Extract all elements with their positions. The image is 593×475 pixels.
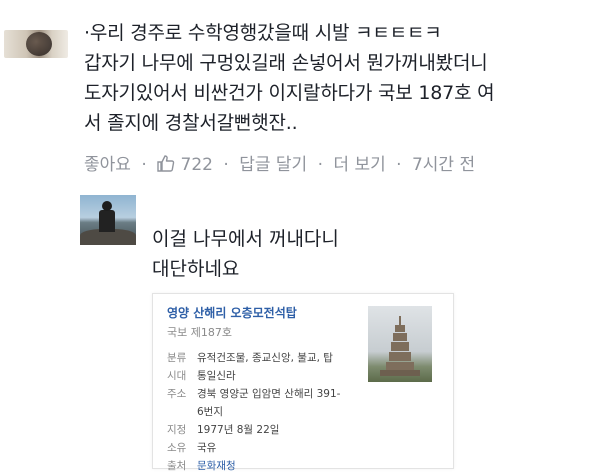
reply-line: 대단하네요 xyxy=(152,258,240,280)
detail-key: 출처 xyxy=(167,460,187,472)
detail-value: 6번지 xyxy=(197,406,224,418)
separator-dot: · xyxy=(317,155,323,175)
like-count[interactable]: 722 xyxy=(157,155,213,175)
detail-key: 시대 xyxy=(167,370,187,382)
detail-key: 주소 xyxy=(167,388,187,400)
card-subtitle: 국보 제187호 xyxy=(167,326,232,339)
reply-line: 이걸 나무에서 꺼내다니 xyxy=(152,228,339,250)
detail-key: 지정 xyxy=(167,424,187,436)
reply-avatar[interactable] xyxy=(80,195,136,245)
detail-row: 출처 문화재청 xyxy=(167,457,357,475)
detail-row: 지정 1977년 8월 22일 xyxy=(167,421,357,439)
comment-text: ·우리 경주로 수학영행갔을때 시발 ㅋㅌㅌㅌㅋ 갑자기 나무에 구멍있길래 손… xyxy=(84,18,584,138)
comment-line: 갑자기 나무에 구멍있길래 손넣어서 뭔가꺼내봤더니 xyxy=(84,52,488,74)
card-details: 분류 유적건조물, 종교신앙, 불교, 탑 시대 통일신라 주소 경북 영양군 … xyxy=(167,349,357,475)
detail-key: 분류 xyxy=(167,352,187,364)
more-button[interactable]: 더 보기 xyxy=(333,150,385,175)
commenter-avatar[interactable] xyxy=(4,30,68,58)
separator-dot: · xyxy=(396,155,402,175)
reply-text: 이걸 나무에서 꺼내다니 대단하네요 xyxy=(152,224,339,284)
detail-value: 유적건조물, 종교신앙, 불교, 탑 xyxy=(197,352,333,364)
comment-line: 서 졸지에 경찰서갈뻔햇잔.. xyxy=(84,112,298,134)
detail-row: 6번지 xyxy=(167,403,357,421)
detail-key xyxy=(167,403,197,421)
detail-key: 소유 xyxy=(167,442,187,454)
detail-value: 1977년 8월 22일 xyxy=(197,424,280,436)
separator-dot: · xyxy=(223,155,229,175)
like-count-value: 722 xyxy=(180,155,213,175)
thumbs-up-icon xyxy=(157,155,175,172)
like-button[interactable]: 좋아요 xyxy=(84,150,131,175)
comment-line: ·우리 경주로 수학영행갔을때 시발 ㅋㅌㅌㅌㅋ xyxy=(84,22,442,44)
source-link[interactable]: 문화재청 xyxy=(197,457,357,475)
comment-line: 도자기있어서 비싼건가 이지랄하다가 국보 187호 여 xyxy=(84,82,495,104)
comment-actions: 좋아요 · 722 · 답글 달기 · 더 보기 · 7시간 전 xyxy=(84,150,475,175)
reply-button[interactable]: 답글 달기 xyxy=(239,150,307,175)
card-title[interactable]: 영양 산해리 오층모전석탑 xyxy=(167,304,297,321)
separator-dot: · xyxy=(141,155,147,175)
timestamp[interactable]: 7시간 전 xyxy=(412,150,475,175)
detail-value: 통일신라 xyxy=(197,370,236,382)
detail-row: 소유 국유 xyxy=(167,439,357,457)
detail-row: 분류 유적건조물, 종교신앙, 불교, 탑 xyxy=(167,349,357,367)
pagoda-photo xyxy=(368,306,432,382)
detail-value: 국유 xyxy=(197,442,217,454)
detail-value: 경북 영양군 입암면 산해리 391- xyxy=(197,388,341,400)
heritage-info-card[interactable]: 영양 산해리 오층모전석탑 국보 제187호 분류 유적건조물, 종교신앙, 불… xyxy=(152,293,454,472)
detail-row: 주소 경북 영양군 입암면 산해리 391- xyxy=(167,385,357,403)
detail-row: 시대 통일신라 xyxy=(167,367,357,385)
